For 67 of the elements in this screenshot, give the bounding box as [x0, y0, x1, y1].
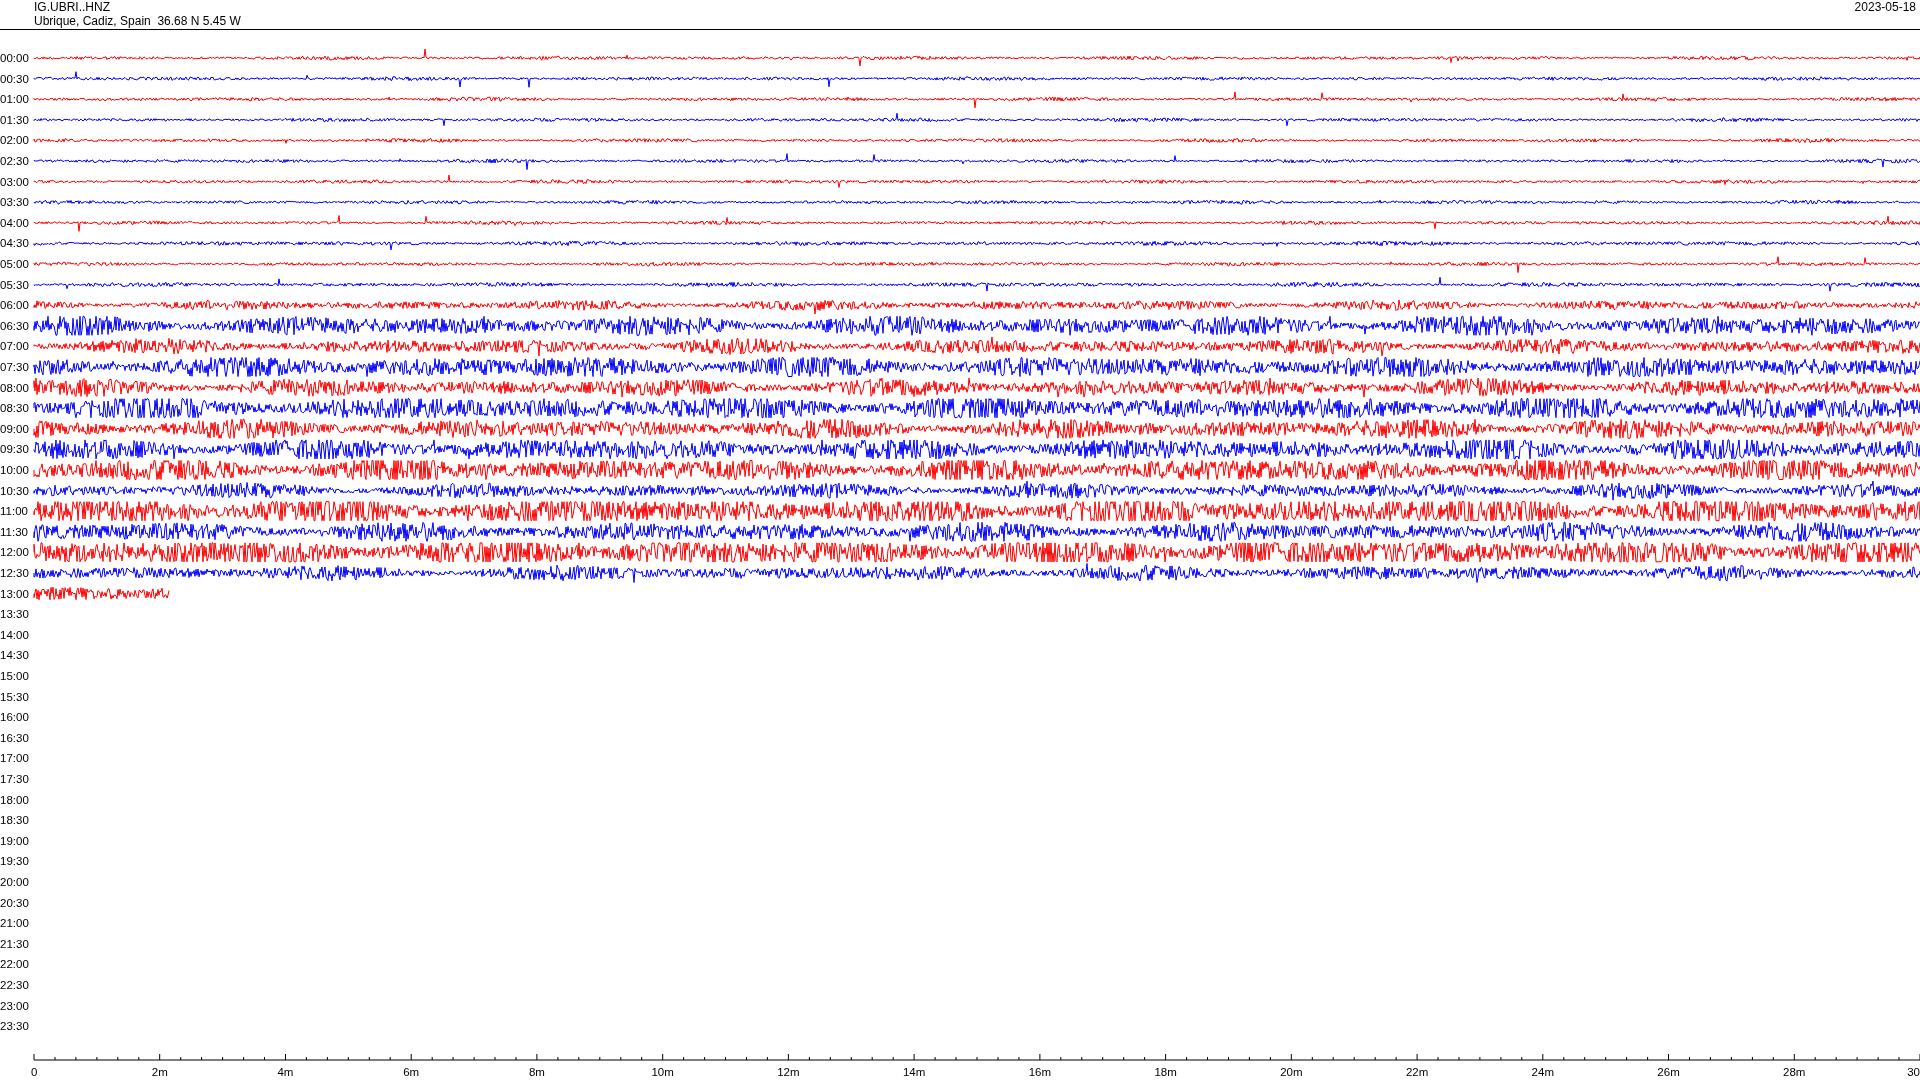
axis-tick-label: 28m	[1783, 1066, 1806, 1078]
time-label: 10:00	[0, 464, 29, 476]
date-label: 2023-05-18	[1854, 0, 1917, 14]
axis-tick-label: 8m	[528, 1066, 545, 1078]
time-label: 17:00	[0, 752, 29, 765]
axis-tick-label: 0	[31, 1066, 38, 1078]
time-label: 20:00	[0, 876, 29, 888]
axis-tick-label: 26m	[1657, 1066, 1680, 1078]
time-label: 14:30	[0, 649, 29, 662]
time-label: 13:00	[0, 587, 29, 600]
time-label: 08:00	[0, 381, 29, 394]
time-label: 12:30	[0, 567, 29, 579]
time-label: 23:30	[0, 1020, 29, 1033]
time-label: 11:30	[0, 525, 28, 538]
time-label: 17:30	[0, 773, 29, 785]
time-label: 22:30	[0, 979, 29, 991]
time-label: 02:00	[0, 134, 29, 147]
time-label: 04:00	[0, 216, 29, 229]
time-label: 14:00	[0, 628, 29, 641]
time-label: 20:30	[0, 896, 29, 909]
time-label: 01:30	[0, 113, 29, 126]
time-label: 19:00	[0, 834, 29, 847]
axis-tick-label: 12m	[777, 1066, 800, 1078]
time-label: 09:00	[0, 422, 29, 435]
time-label: 04:30	[0, 237, 29, 250]
time-label: 06:30	[0, 319, 29, 332]
axis-tick-label: 14m	[902, 1066, 926, 1078]
axis-tick-label: 2m	[151, 1066, 168, 1078]
time-label: 21:30	[0, 937, 29, 950]
time-label: 07:30	[0, 361, 29, 373]
time-label: 21:00	[0, 917, 29, 930]
time-label: 09:30	[0, 443, 29, 456]
time-label: 03:30	[0, 196, 29, 209]
axis-tick-label: 20m	[1280, 1066, 1303, 1078]
time-label: 13:30	[0, 608, 29, 621]
axis-tick-label: 24m	[1531, 1066, 1554, 1078]
time-label: 01:00	[0, 93, 29, 106]
time-label: 05:30	[0, 278, 29, 291]
time-label: 08:30	[0, 402, 29, 415]
time-label: 03:00	[0, 175, 29, 188]
time-label: 19:30	[0, 855, 29, 868]
time-label: 16:30	[0, 731, 29, 744]
axis-tick-label: 10m	[651, 1066, 674, 1078]
time-label: 18:00	[0, 793, 29, 806]
time-label: 10:30	[0, 484, 29, 497]
time-label: 18:30	[0, 814, 29, 827]
time-label: 15:30	[0, 690, 29, 703]
axis-tick-label: 22m	[1405, 1066, 1429, 1078]
time-label: 02:30	[0, 155, 29, 167]
station-location: Ubrique, Cadiz, Spain 36.68 N 5.45 W	[34, 14, 241, 28]
station-code: IG.UBRI..HNZ	[34, 0, 111, 14]
axis-tick-label: 4m	[277, 1066, 294, 1078]
time-label: 15:00	[0, 670, 29, 682]
time-label: 12:00	[0, 546, 29, 559]
time-label: 11:00	[0, 505, 28, 518]
time-label: 00:00	[0, 52, 29, 64]
time-label: 06:00	[0, 299, 29, 312]
time-label: 07:00	[0, 340, 29, 353]
axis-tick-label: 18m	[1154, 1066, 1177, 1078]
time-label: 22:00	[0, 958, 29, 971]
axis-tick-label: 6m	[403, 1066, 420, 1078]
time-label: 16:00	[0, 711, 29, 724]
time-label: 00:30	[0, 72, 29, 85]
time-label: 05:00	[0, 258, 29, 270]
time-label: 23:00	[0, 999, 29, 1012]
axis-tick-label: 30	[1907, 1066, 1920, 1078]
axis-tick-label: 16m	[1028, 1066, 1052, 1078]
